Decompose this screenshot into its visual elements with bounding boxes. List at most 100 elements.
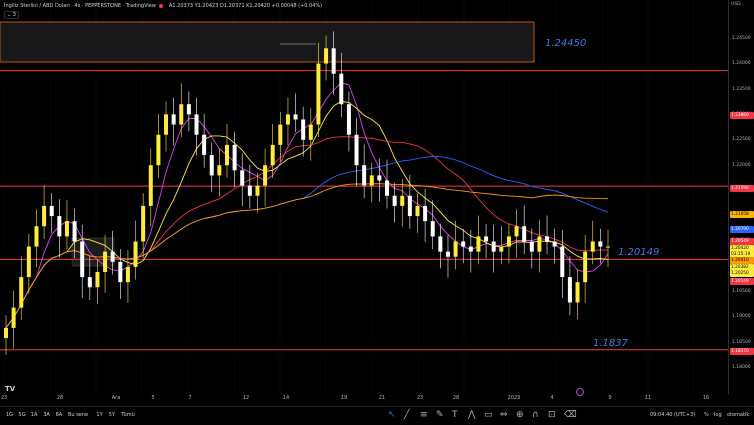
candle-body [598,241,603,247]
time-tick: 2023 [507,395,521,401]
price-tag: 1.20790 [730,226,754,233]
level-label-bottom: 1.1837 [593,338,628,349]
brush-icon[interactable]: ✎ [436,410,444,420]
candle-body [209,155,214,176]
trash-icon[interactable]: ⌫ [564,410,577,420]
lock-icon[interactable]: ⊡ [548,410,556,420]
clock[interactable]: 09:04:40 (UTC+3) [650,412,695,418]
candle-body [354,134,359,166]
candle-body [346,104,351,135]
candle-body [316,63,321,125]
ma-short-line [5,100,609,329]
candle-body [293,114,298,120]
candle-body [445,251,450,257]
candle-body [171,114,176,125]
candles [4,31,610,355]
time-tick: 23 [416,395,424,401]
time-tick: 7 [188,395,192,401]
candle-body [308,124,313,140]
candle-body [194,114,199,135]
indicators-count: 3 [12,12,16,18]
candle-body [133,241,138,267]
timeframe-button[interactable]: 6A [56,412,63,418]
candle-body [270,144,275,166]
time-tick: 16 [702,395,710,401]
candle-body [285,114,290,125]
currency-label[interactable]: USD [731,2,741,7]
zoom-icon[interactable]: ⊕ [516,410,524,420]
candle-body [362,165,367,186]
candle-body [4,327,8,339]
indicators-toggle[interactable]: ⌄ 3 [4,11,19,19]
candle-body [491,241,496,252]
time-tick: Ara [111,395,121,401]
candle-body [224,144,229,166]
candle-body [430,221,435,237]
cursor-icon[interactable]: ↖ [388,410,396,420]
candle-body [156,134,161,166]
candle-body [339,73,344,105]
price-tick: 1.24000 [732,61,751,67]
price-chart[interactable] [0,0,728,394]
candle-body [95,271,100,288]
price-tick: 1.18500 [732,339,751,345]
shapes-icon[interactable]: ▭ [484,410,493,420]
magnet-icon[interactable]: ∩ [532,410,539,420]
horizontal-levels[interactable] [0,70,728,351]
text-icon[interactable]: T [452,410,458,420]
candle-body [255,185,260,196]
price-tag: 1.20549 [730,238,754,245]
candle-body [217,165,222,176]
timeframe-button[interactable]: 1A [31,412,38,418]
price-tag: 1.18370 [730,348,754,355]
timeframe-button[interactable]: 1G [6,412,13,418]
percent-toggle[interactable]: % [704,412,709,418]
price-tick: 1.22500 [732,137,751,143]
price-axis[interactable]: USD 1.245001.240001.235001.230001.225001… [728,0,754,394]
auto-toggle[interactable]: otomatik [727,412,749,418]
timeframe-button[interactable]: 3A [43,412,50,418]
supply-zone[interactable] [0,21,535,63]
candle-body [423,205,428,222]
price-tag: 1.23860 [730,112,754,119]
candle-body [19,277,24,308]
time-tick: 28 [56,395,64,401]
candle-body [103,251,108,272]
candle-body [385,180,390,196]
measure-icon[interactable]: ⇔ [500,410,508,420]
candle-body [522,226,527,242]
time-axis[interactable]: 23 28 Ara 5 7 12 14 19 21 23 28 2023 4 9 11 16 [0,394,728,404]
timeframe-button[interactable]: 1Y [96,412,102,418]
price-tick: 1.24500 [732,36,751,41]
time-tick: 12 [242,395,250,401]
price-tag: 1.20250 [730,270,754,277]
candle-body [506,236,511,247]
candle-body [26,246,31,278]
time-tick: 19 [340,395,348,401]
candle-body [202,134,207,156]
fib-icon[interactable]: ≡ [420,410,428,420]
log-toggle[interactable]: log [714,412,722,418]
pattern-icon[interactable]: ⋀ [468,410,475,420]
candle-body [278,124,283,145]
candle-body [560,246,565,278]
timeframe-button[interactable]: 5G [18,412,25,418]
time-tick: 23 [0,395,8,401]
price-tag: 1.20410 [730,257,754,264]
candle-body [141,205,146,242]
trend-line-icon[interactable]: ╱ [404,410,409,420]
price-tick: 1.18000 [732,364,751,370]
symbol-legend[interactable]: İngiliz Sterlini / ABD Doları · 4s · PEP… [4,3,322,9]
candle-body [42,205,47,227]
candle-body [369,175,374,186]
timeframe-button[interactable]: Tümü [121,412,135,418]
candle-body [438,236,443,252]
timeframe-button[interactable]: 5Y [109,412,115,418]
timeframe-button[interactable]: Bu sene [68,412,88,418]
candle-body [110,251,115,262]
candle-body [232,144,237,171]
candle-body [499,246,504,252]
candle-body [567,277,572,303]
time-tick: 5 [151,395,155,401]
time-tick: 11 [644,395,652,401]
